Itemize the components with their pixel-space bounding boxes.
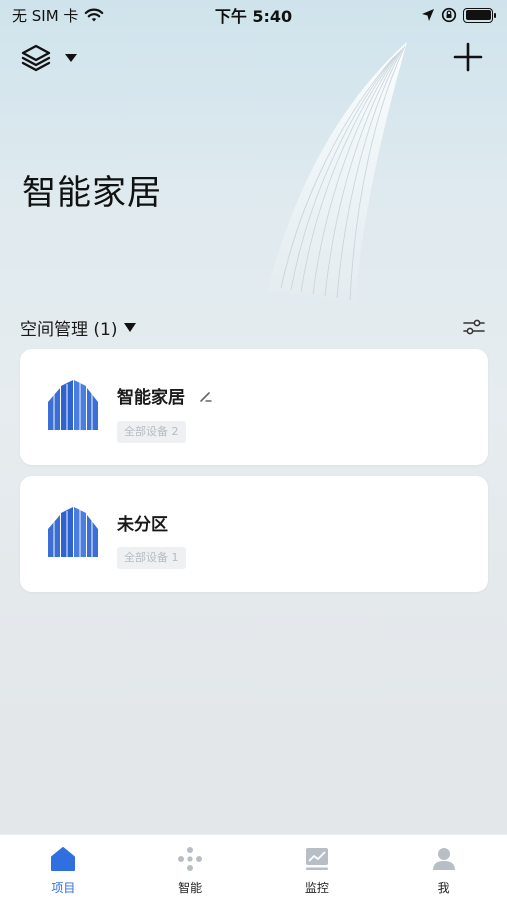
edit-icon[interactable] — [199, 389, 213, 403]
tab-label: 我 — [437, 881, 450, 895]
status-bar: 无 SIM 卡 下午 5:40 — [0, 0, 507, 30]
home-icon — [51, 847, 76, 871]
add-button[interactable] — [451, 40, 485, 74]
hero-decoration — [267, 42, 407, 302]
space-name: 未分区 — [117, 510, 168, 535]
device-count-badge: 全部设备 2 — [117, 421, 186, 443]
tab-monitor[interactable]: 监控 — [272, 845, 362, 896]
project-switcher-button[interactable] — [20, 42, 90, 74]
top-bar — [0, 38, 507, 78]
space-card[interactable]: 智能家居 全部设备 2 — [20, 349, 488, 465]
rotation-lock-icon — [441, 7, 457, 23]
layers-icon — [21, 44, 51, 72]
space-management-label: 空间管理 (1) — [20, 319, 118, 340]
space-card[interactable]: 未分区 全部设备 1 — [20, 476, 488, 592]
space-name-text: 未分区 — [117, 515, 168, 535]
location-arrow-icon — [422, 9, 434, 21]
space-management-header: 空间管理 (1) — [20, 312, 487, 342]
space-name-text: 智能家居 — [117, 388, 185, 408]
bottom-tab-bar: 项目 智能 监控 我 — [0, 834, 507, 900]
user-icon — [432, 848, 455, 870]
space-management-dropdown[interactable]: 空间管理 (1) — [20, 315, 137, 340]
tab-label: 项目 — [51, 881, 76, 895]
wifi-icon — [85, 8, 104, 22]
automation-icon — [178, 847, 203, 871]
battery-icon — [463, 7, 496, 23]
device-count-badge: 全部设备 1 — [117, 547, 186, 569]
chart-icon — [305, 848, 328, 870]
space-name: 智能家居 — [117, 383, 213, 408]
tab-label: 监控 — [304, 881, 329, 895]
sliders-icon[interactable] — [461, 314, 487, 340]
caret-down-icon — [65, 54, 77, 62]
tab-label: 智能 — [178, 881, 203, 895]
caret-down-icon — [124, 322, 137, 332]
tab-smart[interactable]: 智能 — [145, 845, 235, 896]
tab-project[interactable]: 项目 — [18, 845, 108, 896]
building-icon — [48, 507, 98, 557]
page-title: 智能家居 — [22, 173, 162, 213]
carrier-label: 无 SIM 卡 — [12, 6, 79, 25]
tab-me[interactable]: 我 — [399, 845, 489, 896]
building-icon — [48, 380, 98, 430]
